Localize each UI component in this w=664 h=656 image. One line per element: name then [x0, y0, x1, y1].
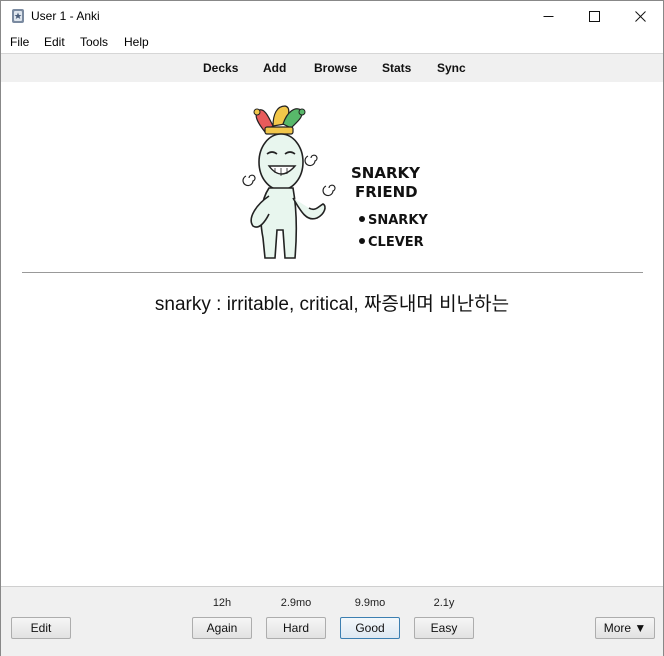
again-button[interactable]: Again	[192, 617, 252, 639]
window-title: User 1 - Anki	[31, 9, 100, 23]
image-bullet2: CLEVER	[368, 235, 424, 250]
good-button[interactable]: Good	[340, 617, 400, 639]
card-illustration: SNARKY FRIEND SNARKY CLEVER	[242, 105, 428, 259]
maximize-icon	[588, 10, 600, 22]
jester-hat-icon	[253, 105, 306, 135]
easy-interval: 2.1y	[433, 597, 455, 609]
menu-edit[interactable]: Edit	[44, 35, 65, 49]
menu-file[interactable]: File	[10, 35, 29, 49]
card-answer-text: snarky : irritable, critical, 짜증내며 비난하는	[154, 294, 510, 315]
image-title-line2: FRIEND	[355, 183, 418, 201]
easy-button[interactable]: Easy	[414, 617, 474, 639]
toolbar-decks[interactable]: Decks	[203, 61, 238, 75]
hard-interval: 2.9mo	[280, 597, 312, 609]
image-bullet1: SNARKY	[368, 213, 428, 228]
edit-button[interactable]: Edit	[11, 617, 71, 639]
minimize-button[interactable]	[525, 1, 571, 31]
close-icon	[634, 10, 646, 22]
answer-divider	[22, 272, 643, 273]
toolbar-sync[interactable]: Sync	[437, 61, 466, 75]
good-interval: 9.9mo	[354, 597, 386, 609]
maximize-button[interactable]	[571, 1, 617, 31]
menu-help[interactable]: Help	[124, 35, 149, 49]
review-bottom-bar: Edit 12h 2.9mo 9.9mo 2.1y Again Hard Goo…	[1, 586, 663, 656]
main-toolbar: Decks Add Browse Stats Sync	[1, 53, 663, 83]
minimize-icon	[543, 15, 553, 17]
hard-button[interactable]: Hard	[266, 617, 326, 639]
menu-tools[interactable]: Tools	[80, 35, 108, 49]
more-button[interactable]: More ▼	[595, 617, 655, 639]
image-title-line1: SNARKY	[351, 164, 421, 182]
card-view: SNARKY FRIEND SNARKY CLEVER snarky : irr…	[1, 82, 663, 586]
anki-window: User 1 - Anki File Edit Tools Help Decks…	[0, 0, 664, 656]
toolbar-browse[interactable]: Browse	[314, 61, 357, 75]
toolbar-add[interactable]: Add	[263, 61, 286, 75]
toolbar-stats[interactable]: Stats	[382, 61, 411, 75]
again-interval: 12h	[212, 597, 232, 609]
menu-bar: File Edit Tools Help	[1, 32, 663, 52]
title-bar: User 1 - Anki	[1, 1, 663, 32]
anki-app-icon	[12, 9, 24, 23]
close-button[interactable]	[617, 1, 663, 31]
